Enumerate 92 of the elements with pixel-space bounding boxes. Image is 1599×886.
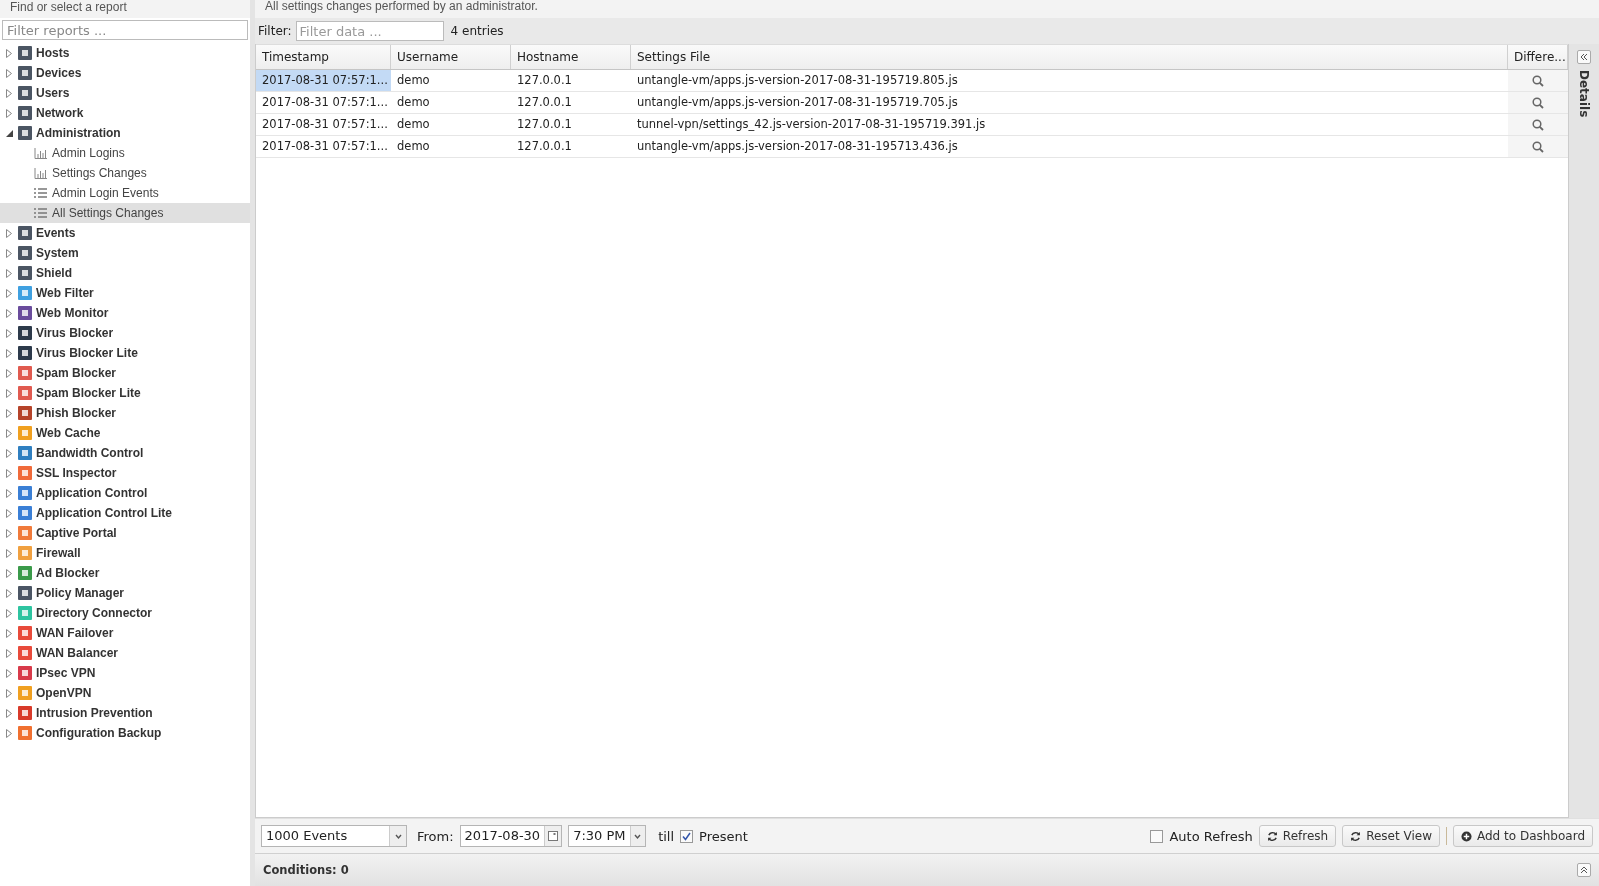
entries-count: 4 entries: [449, 24, 504, 38]
conditions-label: Conditions: 0: [263, 863, 349, 877]
table-cell-text: 2017-08-31 07:57:1...: [261, 94, 389, 111]
present-label: Present: [699, 828, 748, 844]
reset-button[interactable]: Reset View: [1342, 825, 1440, 847]
tree-item[interactable]: Hosts: [0, 43, 250, 63]
tree-item[interactable]: Events: [0, 223, 250, 243]
events-limit-select[interactable]: 1000 Events: [261, 825, 407, 847]
tree-item[interactable]: Virus Blocker: [0, 323, 250, 343]
tree-item[interactable]: Web Monitor: [0, 303, 250, 323]
tree-item[interactable]: Application Control Lite: [0, 503, 250, 523]
details-tab[interactable]: Details: [1577, 70, 1591, 118]
double-chevron-up-icon: [1580, 866, 1588, 874]
search-icon[interactable]: [1532, 74, 1544, 87]
filter-label: Filter:: [258, 24, 292, 38]
table-cell-text: tunnel-vpn/settings_42.js-version-2017-08-31-195719.391.js: [636, 116, 987, 133]
present-checkbox[interactable]: [680, 829, 694, 843]
list-icon: [34, 208, 47, 218]
tree-item[interactable]: Intrusion Prevention: [0, 703, 250, 723]
table-cell-text: demo: [396, 94, 431, 111]
tree-item[interactable]: Web Filter: [0, 283, 250, 303]
refresh-button[interactable]: Refresh: [1258, 825, 1337, 847]
tree-item[interactable]: Devices: [0, 63, 250, 83]
table-cell-text: 127.0.0.1: [516, 72, 573, 89]
add-button[interactable]: Add to Dashboard: [1453, 825, 1593, 847]
table-cell-text: 127.0.0.1: [516, 138, 573, 155]
tree-item[interactable]: IPsec VPN: [0, 663, 250, 683]
tree-item[interactable]: Phish Blocker: [0, 403, 250, 423]
calendar-icon[interactable]: [548, 831, 559, 841]
tree-item[interactable]: Configuration Backup: [0, 723, 250, 743]
bar-chart-icon: [34, 147, 47, 159]
plus-circle-icon: [1461, 830, 1472, 842]
search-icon[interactable]: [1532, 118, 1544, 131]
tree-item[interactable]: OpenVPN: [0, 683, 250, 703]
tree-item[interactable]: System: [0, 243, 250, 263]
table-cell-text: untangle-vm/apps.js-version-2017-08-31-195713.436.js: [636, 138, 959, 155]
search-icon[interactable]: [1532, 96, 1544, 109]
double-chevron-left-icon: [1580, 53, 1588, 61]
tree-item[interactable]: Spam Blocker: [0, 363, 250, 383]
date-field[interactable]: 2017-08-30: [459, 825, 563, 847]
time-field[interactable]: 7:30 PM: [568, 825, 647, 847]
column-header[interactable]: Settings File: [631, 45, 1508, 69]
expand-button[interactable]: [1577, 863, 1591, 877]
tree-item[interactable]: Directory Connector: [0, 603, 250, 623]
tree-item[interactable]: All Settings Changes: [0, 203, 250, 223]
table-cell-text: 127.0.0.1: [516, 94, 573, 111]
auto-refresh-checkbox[interactable]: [1150, 829, 1164, 843]
refresh-icon: [1350, 830, 1362, 842]
tree-item[interactable]: Captive Portal: [0, 523, 250, 543]
tree-item[interactable]: Firewall: [0, 543, 250, 563]
tree-item[interactable]: Ad Blocker: [0, 563, 250, 583]
tree-item[interactable]: Admin Logins: [0, 143, 250, 163]
tree-item[interactable]: Spam Blocker Lite: [0, 383, 250, 403]
tree-item[interactable]: Settings Changes: [0, 163, 250, 183]
column-header[interactable]: Differe...: [1508, 45, 1568, 69]
table-cell-text: untangle-vm/apps.js-version-2017-08-31-195719.805.js: [636, 72, 959, 89]
auto-refresh-label: Auto Refresh: [1169, 828, 1253, 844]
table-cell-text: untangle-vm/apps.js-version-2017-08-31-195719.705.js: [636, 94, 959, 111]
expanded-triangle-icon[interactable]: [5, 129, 13, 137]
tree-item[interactable]: SSL Inspector: [0, 463, 250, 483]
tree-item[interactable]: Admin Login Events: [0, 183, 250, 203]
refresh-icon: [1266, 830, 1278, 842]
table-cell-text: demo: [396, 116, 431, 133]
tree-item[interactable]: Policy Manager: [0, 583, 250, 603]
column-header[interactable]: Username: [391, 45, 511, 69]
table-cell-text: demo: [396, 138, 431, 155]
table-cell-text: 2017-08-31 07:57:1...: [261, 138, 389, 155]
column-header[interactable]: Hostname: [511, 45, 631, 69]
from-label: From:: [417, 828, 454, 844]
tree-item[interactable]: Virus Blocker Lite: [0, 343, 250, 363]
column-header[interactable]: Timestamp: [256, 45, 391, 69]
sidebar-title: Find or select a report: [0, 0, 250, 18]
tree-item[interactable]: Web Cache: [0, 423, 250, 443]
till-label: till: [658, 828, 675, 844]
tree-item[interactable]: WAN Balancer: [0, 643, 250, 663]
tree-item[interactable]: Shield: [0, 263, 250, 283]
table-cell-text: 127.0.0.1: [516, 116, 573, 133]
collapse-button[interactable]: [1577, 50, 1591, 64]
bar-chart-icon: [34, 167, 47, 179]
tree-item[interactable]: Administration: [0, 123, 250, 143]
filter-data-field[interactable]: Filter data ...: [295, 21, 444, 41]
search-icon[interactable]: [1532, 140, 1544, 153]
tree-item[interactable]: Network: [0, 103, 250, 123]
tree-item[interactable]: WAN Failover: [0, 623, 250, 643]
list-icon: [34, 188, 47, 198]
table-cell-text: demo: [396, 72, 431, 89]
tree-item[interactable]: Bandwidth Control: [0, 443, 250, 463]
table-cell: 2017-08-31 07:57:1...: [256, 70, 391, 91]
filter-reports-field[interactable]: Filter reports ...: [2, 20, 248, 40]
table-cell-text: 2017-08-31 07:57:1...: [261, 116, 389, 133]
tree-item[interactable]: Users: [0, 83, 250, 103]
tree-item[interactable]: Application Control: [0, 483, 250, 503]
